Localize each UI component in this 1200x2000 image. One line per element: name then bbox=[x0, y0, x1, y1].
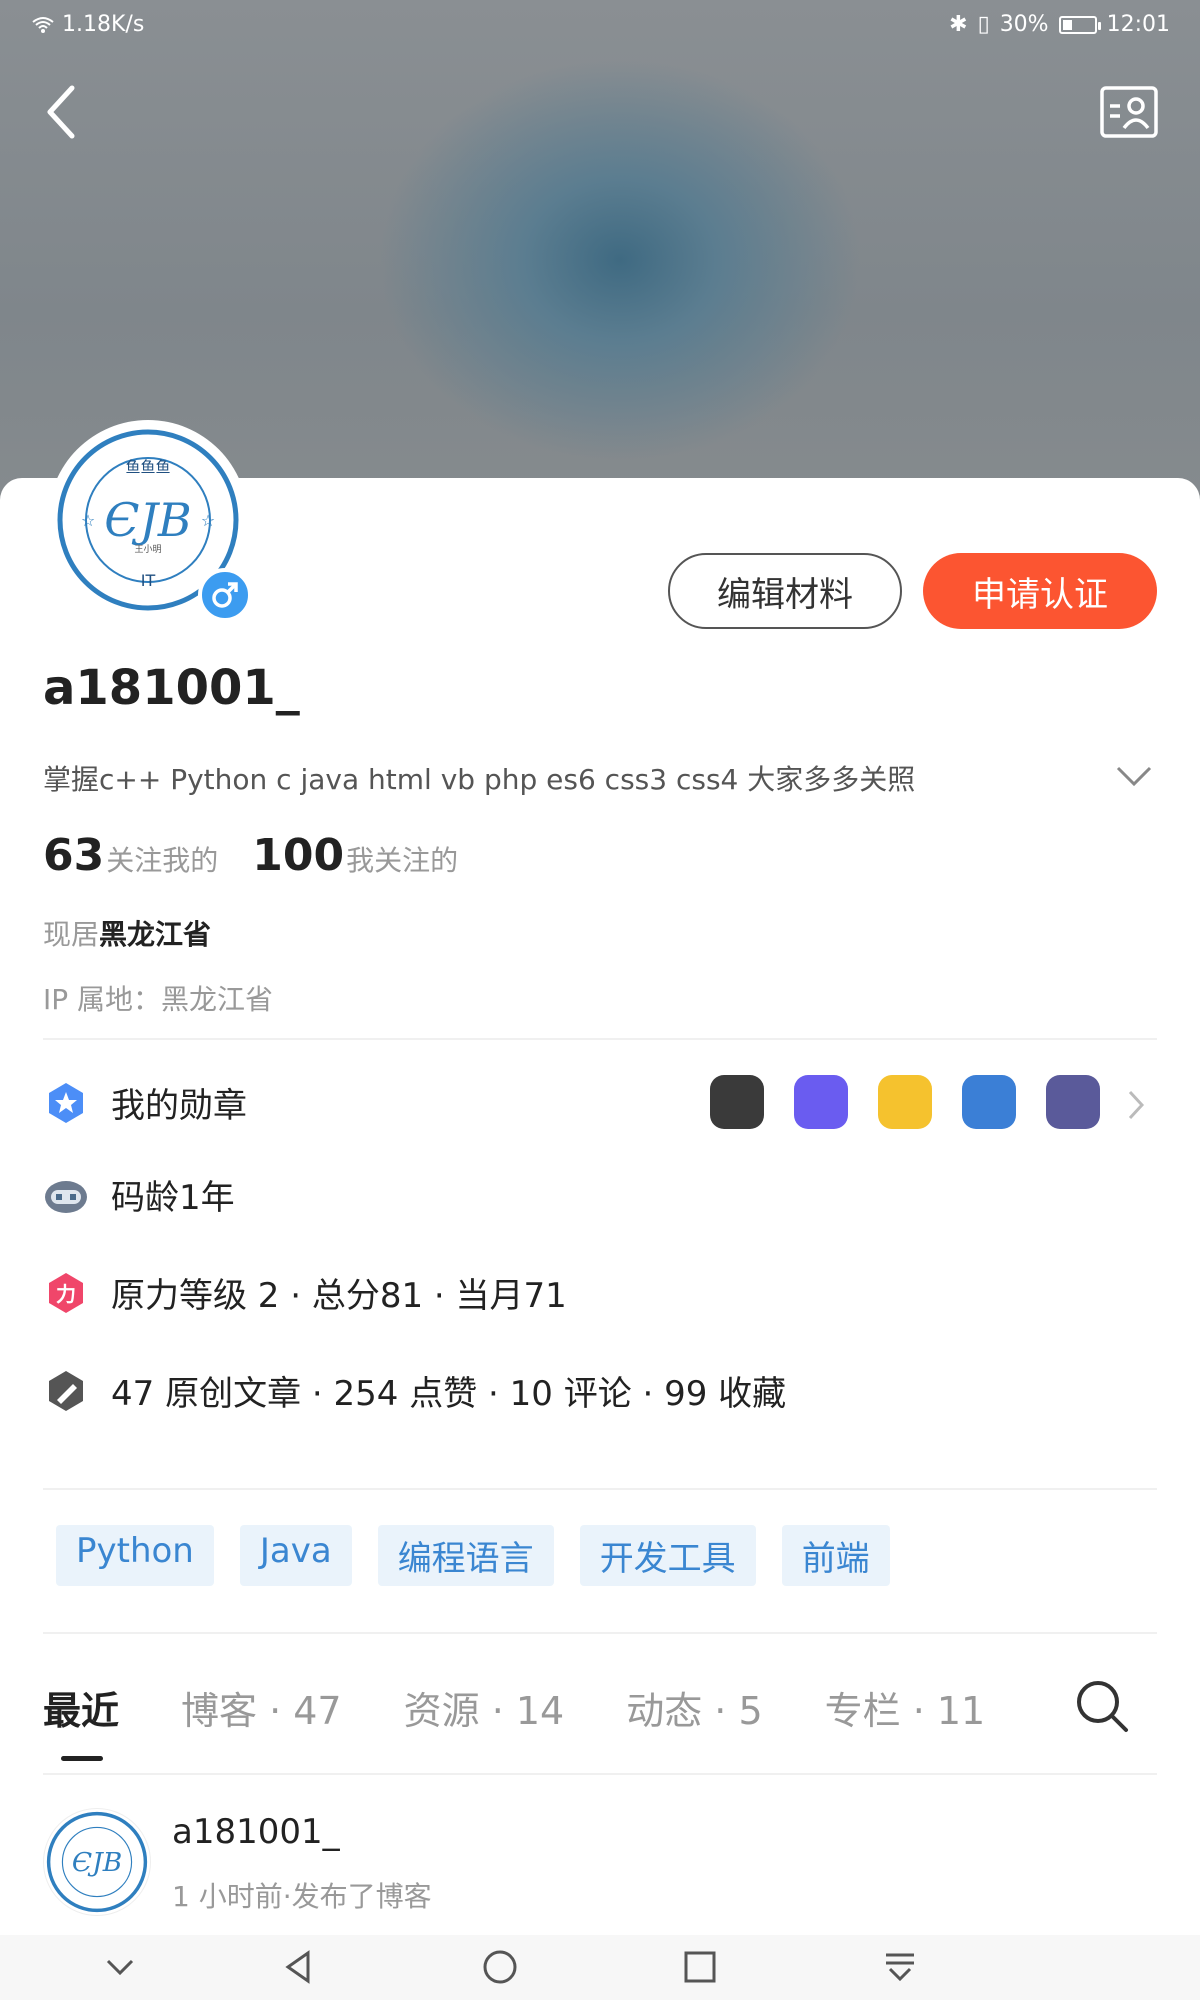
force-level-row[interactable]: 力 原力等级 2 · 总分81 · 当月71 bbox=[43, 1268, 567, 1317]
medals-label: 我的勋章 bbox=[111, 1086, 247, 1126]
back-button[interactable] bbox=[40, 80, 84, 144]
divider bbox=[43, 1773, 1157, 1775]
bluetooth-icon: ✱ bbox=[949, 12, 968, 37]
divider bbox=[43, 1038, 1157, 1040]
nav-recents-button[interactable] bbox=[680, 1947, 720, 1987]
force-level-icon: 力 bbox=[49, 1272, 83, 1313]
star-icon: ☆ bbox=[81, 511, 95, 530]
avatar-text-top: 鱼鱼鱼 bbox=[125, 458, 170, 476]
badge-4-icon bbox=[962, 1075, 1016, 1129]
coding-age: 码龄1年 bbox=[111, 1178, 235, 1218]
tag-list: Python Java 编程语言 开发工具 前端 bbox=[56, 1525, 890, 1586]
feed-avatar-initials: ЄЈВ bbox=[72, 1847, 122, 1878]
tab-item[interactable]: 最近 bbox=[43, 1680, 119, 1761]
system-navigation-bar bbox=[0, 1935, 1200, 2000]
feed-author-name[interactable]: a181001_ bbox=[172, 1812, 340, 1852]
following-count[interactable]: 100 bbox=[252, 830, 344, 881]
medal-badges[interactable] bbox=[710, 1075, 1100, 1129]
medal-icon bbox=[49, 1082, 83, 1123]
medals-more-button[interactable] bbox=[1124, 1088, 1148, 1122]
follow-stats: 63 关注我的 100 我关注的 bbox=[43, 830, 492, 881]
badge-3-icon bbox=[878, 1075, 932, 1129]
tab-item[interactable]: 专栏 · 11 bbox=[825, 1680, 986, 1735]
coding-age-row: 码龄1年 bbox=[43, 1170, 235, 1219]
residence: 现居黑龙江省 bbox=[43, 913, 211, 953]
svg-text:力: 力 bbox=[56, 1282, 76, 1306]
feed-avatar[interactable]: ЄЈВ bbox=[43, 1808, 151, 1916]
clock: 12:01 bbox=[1106, 12, 1170, 37]
content-stats: 47 原创文章 · 254 点赞 · 10 评论 · 99 收藏 bbox=[111, 1374, 787, 1414]
avatar-text-bottom: IT bbox=[141, 571, 156, 590]
search-button[interactable] bbox=[1074, 1678, 1130, 1734]
back-arrow-icon bbox=[47, 85, 75, 139]
residence-prefix: 现居 bbox=[43, 918, 100, 951]
chevron-right-icon bbox=[1128, 1090, 1145, 1120]
feed-avatar-image: ЄЈВ bbox=[46, 1811, 148, 1913]
divider bbox=[43, 1488, 1157, 1490]
nav-home-button[interactable] bbox=[480, 1947, 520, 1987]
collapse-button[interactable] bbox=[100, 1947, 140, 1987]
badge-5-icon bbox=[1046, 1075, 1100, 1129]
chevron-down-icon bbox=[1116, 766, 1152, 787]
battery-percent: 30% bbox=[999, 12, 1049, 37]
tag-chip[interactable]: 前端 bbox=[781, 1525, 890, 1586]
male-icon bbox=[212, 582, 238, 608]
contact-card-button[interactable] bbox=[1100, 86, 1158, 138]
residence-value: 黑龙江省 bbox=[99, 918, 212, 951]
chevron-down-icon bbox=[106, 1959, 134, 1976]
tab-item[interactable]: 博客 · 47 bbox=[181, 1680, 342, 1735]
divider bbox=[43, 1632, 1157, 1634]
network-speed: 1.18K/s bbox=[62, 12, 145, 37]
force-level-text: 原力等级 2 · 总分81 · 当月71 bbox=[111, 1276, 567, 1316]
followers-count[interactable]: 63 bbox=[43, 830, 104, 881]
tag-chip[interactable]: 编程语言 bbox=[377, 1525, 554, 1586]
followers-label[interactable]: 关注我的 bbox=[106, 839, 218, 879]
star-icon: ☆ bbox=[201, 511, 215, 530]
tab-item[interactable]: 资源 · 14 bbox=[404, 1680, 565, 1735]
following-label[interactable]: 我关注的 bbox=[346, 839, 458, 879]
tag-chip[interactable]: Python bbox=[56, 1525, 214, 1586]
badge-1-icon bbox=[710, 1075, 764, 1129]
medals-row[interactable]: 我的勋章 bbox=[43, 1078, 247, 1127]
content-tabs: 最近 博客 · 47 资源 · 14 动态 · 5 专栏 · 11 bbox=[43, 1680, 1047, 1761]
avatar-initials: ЄЈВ bbox=[104, 493, 191, 547]
avatar-small-text: 王小明 bbox=[134, 544, 161, 555]
battery-icon bbox=[1058, 15, 1101, 34]
circle-home-icon bbox=[483, 1950, 517, 1984]
expand-bio-button[interactable] bbox=[1114, 760, 1154, 790]
triangle-back-icon bbox=[285, 1950, 310, 1984]
tab-item[interactable]: 动态 · 5 bbox=[626, 1680, 762, 1735]
badge-2-icon bbox=[794, 1075, 848, 1129]
vibrate-icon: ▯ bbox=[977, 12, 990, 37]
bio: 掌握c++ Python c java html vb php es6 css3… bbox=[43, 763, 916, 796]
pen-icon bbox=[49, 1370, 83, 1411]
wifi-icon bbox=[32, 16, 54, 33]
tag-chip[interactable]: 开发工具 bbox=[579, 1525, 756, 1586]
contact-card-icon bbox=[1100, 86, 1158, 138]
nav-back-button[interactable] bbox=[280, 1947, 320, 1987]
search-icon bbox=[1077, 1681, 1128, 1732]
ip-location: IP 属地：黑龙江省 bbox=[43, 983, 274, 1016]
gender-male-badge bbox=[198, 568, 252, 622]
square-recents-icon bbox=[684, 1951, 716, 1983]
apply-verification-button[interactable]: 申请认证 bbox=[923, 553, 1157, 629]
nav-notifications-button[interactable] bbox=[880, 1947, 920, 1987]
content-stats-row: 47 原创文章 · 254 点赞 · 10 评论 · 99 收藏 bbox=[43, 1366, 786, 1415]
tag-chip[interactable]: Java bbox=[239, 1525, 352, 1586]
edit-profile-button[interactable]: 编辑材料 bbox=[668, 553, 902, 629]
robot-icon bbox=[45, 1180, 87, 1213]
feed-meta: 1 小时前·发布了博客 bbox=[172, 1880, 432, 1913]
username: a181001_ bbox=[43, 660, 300, 716]
pull-down-icon bbox=[886, 1953, 914, 1982]
status-bar: 1.18K/s ✱ ▯ 30% 12:01 bbox=[0, 0, 1200, 50]
